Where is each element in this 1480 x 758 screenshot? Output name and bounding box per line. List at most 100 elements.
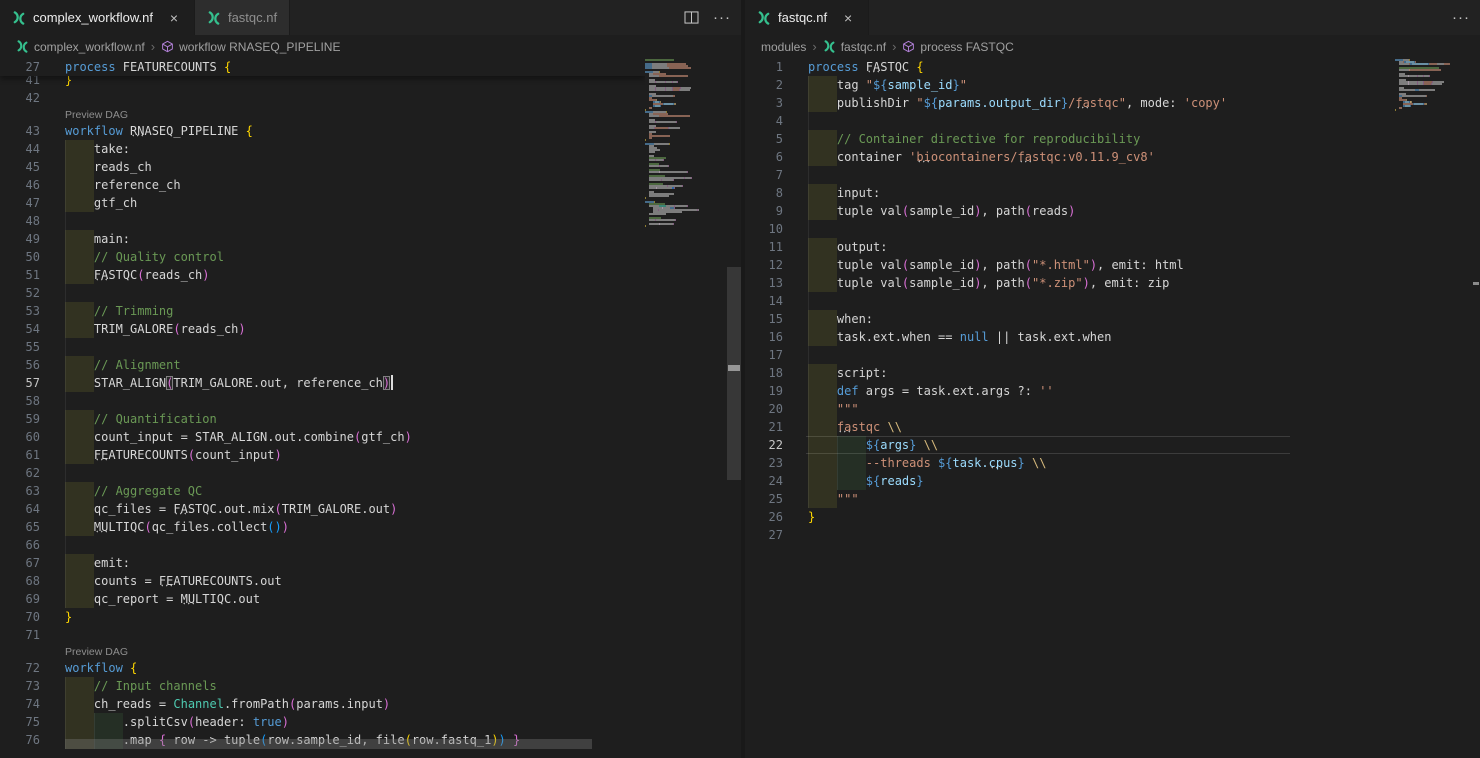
code-line-46[interactable]: 46reference_ch: [0, 176, 741, 194]
tab-fastqc-nf[interactable]: fastqc.nf×: [745, 0, 869, 35]
code-line-8[interactable]: 8input:: [745, 184, 1480, 202]
code-line-18[interactable]: 18script:: [745, 364, 1480, 382]
code-line-43[interactable]: 43workflow RNASEQ_PIPELINE {: [0, 122, 741, 140]
code-line-61[interactable]: 61FEATURECOUNTS(count_input): [0, 446, 741, 464]
code-token: count_input: [195, 448, 274, 462]
code-line-25[interactable]: 25""": [745, 490, 1480, 508]
code-line-59[interactable]: 59// Quantification: [0, 410, 741, 428]
code-line-54[interactable]: 54TRIM_GALORE(reads_ch): [0, 320, 741, 338]
code-line-24[interactable]: 24${reads}: [745, 472, 1480, 490]
code-line-2[interactable]: 2tag "${sample_id}": [745, 76, 1480, 94]
horizontal-scrollbar[interactable]: [65, 739, 592, 749]
code-line-26[interactable]: 26}: [745, 508, 1480, 526]
code-line-49[interactable]: 49main:: [0, 230, 741, 248]
code-line-48[interactable]: 48: [0, 212, 741, 230]
minimap-right[interactable]: [1395, 58, 1469, 758]
codelens-preview-dag[interactable]: Preview DAG: [65, 646, 128, 658]
indent-highlight: [808, 256, 837, 274]
more-actions-icon[interactable]: ···: [713, 9, 731, 26]
code-line-55[interactable]: 55: [0, 338, 741, 356]
breadcrumb-item-fastqc-nf[interactable]: fastqc.nf: [823, 40, 886, 54]
code-line-1[interactable]: 1process FASTQC {: [745, 58, 1480, 76]
code-line-60[interactable]: 60count_input = STAR_ALIGN.out.combine(g…: [0, 428, 741, 446]
code-line-62[interactable]: 62: [0, 464, 741, 482]
indent-guide: [65, 536, 66, 554]
code-line-21[interactable]: 21fastqc \\: [745, 418, 1480, 436]
code-line-75[interactable]: 75.splitCsv(header: true): [0, 713, 741, 731]
code-line-27[interactable]: 27: [745, 526, 1480, 544]
sticky-scroll-line[interactable]: 27process FEATURECOUNTS {: [0, 58, 645, 76]
tab-complex_workflow-nf[interactable]: complex_workflow.nf×: [0, 0, 195, 35]
code-line-14[interactable]: 14: [745, 292, 1480, 310]
breadcrumb-item-modules[interactable]: modules: [761, 40, 806, 54]
code-line-66[interactable]: 66: [0, 536, 741, 554]
indent-highlight: [808, 94, 837, 112]
code-line-22[interactable]: 22${args} \\: [745, 436, 1480, 454]
breadcrumb-item-workflow-RNASEQ_PIPELINE[interactable]: workflow RNASEQ_PIPELINE: [161, 40, 340, 54]
code-line-10[interactable]: 10: [745, 220, 1480, 238]
code-token: ): [275, 448, 282, 462]
code-line-71[interactable]: 71: [0, 626, 741, 644]
code-token: }: [1018, 456, 1025, 470]
scrollbar-slider[interactable]: [727, 267, 741, 480]
code-line-74[interactable]: 74ch_reads = Channel.fromPath(params.inp…: [0, 695, 741, 713]
code-line-19[interactable]: 19def args = task.ext.args ?: '': [745, 382, 1480, 400]
code-lines-left[interactable]: 40"""41}42Preview DAG43workflow RNASEQ_P…: [0, 58, 741, 758]
code-line-70[interactable]: 70}: [0, 608, 741, 626]
split-editor-icon[interactable]: [684, 11, 699, 24]
codelens-preview-dag[interactable]: Preview DAG: [65, 109, 128, 121]
code-line-56[interactable]: 56// Alignment: [0, 356, 741, 374]
overview-ruler-cursor-mark: [1473, 282, 1479, 285]
code-line-13[interactable]: 13tuple val(sample_id), path("*.zip"), e…: [745, 274, 1480, 292]
breadcrumb-item-complex_workflow-nf[interactable]: complex_workflow.nf: [16, 40, 145, 54]
code-line-45[interactable]: 45reads_ch: [0, 158, 741, 176]
editor-left[interactable]: 40"""41}42Preview DAG43workflow RNASEQ_P…: [0, 58, 741, 758]
indent-highlight: [65, 554, 94, 572]
breadcrumb-item-process-FASTQC[interactable]: process FASTQC: [902, 40, 1013, 54]
tab-close-icon[interactable]: ×: [166, 10, 182, 26]
tab-close-icon[interactable]: ×: [840, 10, 856, 26]
code-line-53[interactable]: 53// Trimming: [0, 302, 741, 320]
more-actions-icon[interactable]: ···: [1452, 9, 1470, 26]
code-token: FEATURECOUNTS: [159, 574, 253, 588]
code-line-42[interactable]: 42: [0, 89, 741, 107]
code-line-5[interactable]: 5// Container directive for reproducibil…: [745, 130, 1480, 148]
code-line-73[interactable]: 73// Input channels: [0, 677, 741, 695]
code-line-17[interactable]: 17: [745, 346, 1480, 364]
code-line-20[interactable]: 20""": [745, 400, 1480, 418]
code-line-16[interactable]: 16task.ext.when == null || task.ext.when: [745, 328, 1480, 346]
code-line-64[interactable]: 64qc_files = FASTQC.out.mix(TRIM_GALORE.…: [0, 500, 741, 518]
code-line-51[interactable]: 51FASTQC(reads_ch): [0, 266, 741, 284]
code-line-57[interactable]: 57STAR_ALIGN(TRIM_GALORE.out, reference_…: [0, 374, 741, 392]
code-line-65[interactable]: 65MULTIQC(qc_files.collect()): [0, 518, 741, 536]
vertical-scrollbar-left[interactable]: [727, 58, 741, 758]
editor-right[interactable]: 1process FASTQC {2tag "${sample_id}"3pub…: [745, 58, 1480, 758]
code-token: when:: [837, 312, 873, 326]
code-line-6[interactable]: 6container 'biocontainers/fastqc:v0.11.9…: [745, 148, 1480, 166]
tab-fastqc-nf[interactable]: fastqc.nf: [195, 0, 290, 35]
code-line-11[interactable]: 11output:: [745, 238, 1480, 256]
code-line-47[interactable]: 47gtf_ch: [0, 194, 741, 212]
minimap-left[interactable]: [645, 58, 729, 758]
code-line-58[interactable]: 58: [0, 392, 741, 410]
line-number: 6: [745, 148, 783, 166]
code-line-23[interactable]: 23--threads ${task.cpus} \\: [745, 454, 1480, 472]
code-line-50[interactable]: 50// Quality control: [0, 248, 741, 266]
code-line-9[interactable]: 9tuple val(sample_id), path(reads): [745, 202, 1480, 220]
code-line-15[interactable]: 15when:: [745, 310, 1480, 328]
code-line-69[interactable]: 69qc_report = MULTIQC.out: [0, 590, 741, 608]
code-line-7[interactable]: 7: [745, 166, 1480, 184]
line-number: 76: [0, 731, 40, 749]
code-lines-right[interactable]: 1process FASTQC {2tag "${sample_id}"3pub…: [745, 58, 1480, 758]
code-line-68[interactable]: 68counts = FEATURECOUNTS.out: [0, 572, 741, 590]
code-line-67[interactable]: 67emit:: [0, 554, 741, 572]
code-line-4[interactable]: 4: [745, 112, 1480, 130]
code-line-63[interactable]: 63// Aggregate QC: [0, 482, 741, 500]
code-line-3[interactable]: 3publishDir "${params.output_dir}/fastqc…: [745, 94, 1480, 112]
code-line-52[interactable]: 52: [0, 284, 741, 302]
code-line-12[interactable]: 12tuple val(sample_id), path("*.html"), …: [745, 256, 1480, 274]
code-line-72[interactable]: 72workflow {: [0, 659, 741, 677]
line-number: 69: [0, 590, 40, 608]
vertical-scrollbar-right[interactable]: [1472, 58, 1480, 758]
code-line-44[interactable]: 44take:: [0, 140, 741, 158]
